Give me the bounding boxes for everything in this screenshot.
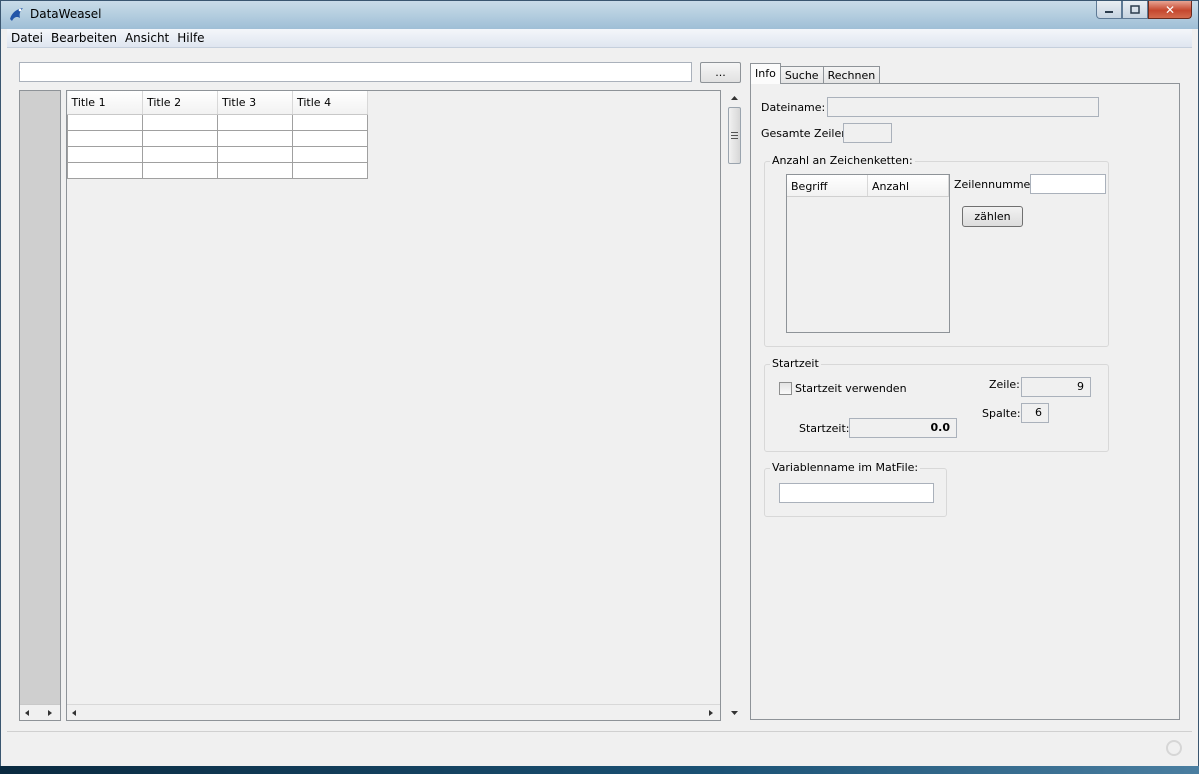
client-area: ... Title 1 Title 2 Title 3 Title 4 Info… <box>7 49 1192 767</box>
status-bar <box>7 731 1192 767</box>
menu-hilfe[interactable]: Hilfe <box>173 29 208 48</box>
table-row <box>67 129 368 147</box>
zeilennummer-label: Zeilennummer: <box>954 178 1039 191</box>
dateiname-label: Dateiname: <box>761 101 826 114</box>
table-row <box>67 161 368 179</box>
anzahl-group: Anzahl an Zeichenketten: Begriff Anzahl … <box>764 154 1109 347</box>
maximize-icon <box>1130 5 1140 14</box>
tab-suche[interactable]: Suche <box>779 66 824 84</box>
file-path-input[interactable] <box>19 62 692 82</box>
menu-bearbeiten[interactable]: Bearbeiten <box>47 29 121 48</box>
grid-cell[interactable] <box>142 113 218 131</box>
variablenname-group: Variablenname im MatFile: <box>764 461 947 517</box>
spalte-label: Spalte: <box>982 407 1021 420</box>
grid-cell[interactable] <box>292 161 368 179</box>
menu-ansicht[interactable]: Ansicht <box>121 29 173 48</box>
grid-cell[interactable] <box>67 113 143 131</box>
menu-datei[interactable]: Datei <box>7 29 47 48</box>
title-bar[interactable]: DataWeasel ✕ <box>1 1 1198 29</box>
scroll-up-icon[interactable] <box>731 96 738 100</box>
grid-vscrollbar[interactable] <box>726 90 743 721</box>
term-count-list[interactable]: Begriff Anzahl <box>786 174 950 333</box>
app-window: DataWeasel ✕ Datei Bearbeiten Ansicht Hi… <box>0 0 1199 774</box>
weasel-app-icon <box>10 8 23 21</box>
info-tab-pane: Dateiname: Gesamte Zeilen: Anzahl an Zei… <box>750 83 1180 720</box>
grid-cell[interactable] <box>67 129 143 147</box>
tab-rechnen[interactable]: Rechnen <box>822 66 881 84</box>
zaehlen-button[interactable]: zählen <box>962 206 1023 227</box>
scroll-right-icon[interactable] <box>48 710 53 716</box>
grid-cell[interactable] <box>142 129 218 147</box>
scroll-left-icon[interactable] <box>72 710 77 716</box>
table-row <box>67 145 368 163</box>
maximize-button[interactable] <box>1122 1 1148 19</box>
table-row <box>67 113 368 131</box>
scroll-down-icon[interactable] <box>731 711 738 715</box>
grid-cell[interactable] <box>217 113 293 131</box>
grid-cell[interactable] <box>142 161 218 179</box>
startzeit-field: 0.0 <box>849 418 957 438</box>
grid-cell[interactable] <box>292 113 368 131</box>
grid-cell[interactable] <box>217 161 293 179</box>
row-header-hscrollbar[interactable] <box>20 704 60 720</box>
minimize-icon <box>1105 10 1113 13</box>
data-grid-panel: Title 1 Title 2 Title 3 Title 4 <box>66 90 721 721</box>
close-icon: ✕ <box>1164 2 1176 17</box>
startzeit-checkbox-label[interactable]: Startzeit verwenden <box>795 382 907 395</box>
grid-cell[interactable] <box>142 145 218 163</box>
dateiname-field <box>827 97 1099 117</box>
startzeit-group: Startzeit Startzeit verwenden Zeile: 9 S… <box>764 357 1109 452</box>
grid-cell[interactable] <box>67 161 143 179</box>
variablenname-group-title: Variablenname im MatFile: <box>770 461 921 474</box>
menu-bar: Datei Bearbeiten Ansicht Hilfe <box>7 29 1192 48</box>
scroll-left-icon[interactable] <box>25 710 30 716</box>
vscroll-thumb[interactable] <box>728 107 741 164</box>
grid-hscrollbar[interactable] <box>67 704 720 720</box>
anzahl-group-title: Anzahl an Zeichenketten: <box>770 154 915 167</box>
grid-cell[interactable] <box>292 145 368 163</box>
list-header-begriff[interactable]: Begriff <box>787 175 868 196</box>
startzeit-group-title: Startzeit <box>770 357 821 370</box>
grid-cell[interactable] <box>67 145 143 163</box>
row-header-panel <box>19 90 61 721</box>
spalte-field: 6 <box>1021 403 1049 423</box>
grid-cell[interactable] <box>217 145 293 163</box>
grid-cell[interactable] <box>292 129 368 147</box>
gesamte-zeilen-field <box>843 123 892 143</box>
zeile-field: 9 <box>1021 377 1091 397</box>
data-grid[interactable]: Title 1 Title 2 Title 3 Title 4 <box>67 91 368 179</box>
list-header-anzahl[interactable]: Anzahl <box>868 175 949 196</box>
grid-header-title-3[interactable]: Title 3 <box>217 91 293 115</box>
browse-button[interactable]: ... <box>700 62 741 83</box>
grip-icon <box>731 132 738 139</box>
gesamte-zeilen-label: Gesamte Zeilen: <box>761 127 852 140</box>
busy-indicator-icon <box>1166 740 1182 756</box>
grid-header-title-4[interactable]: Title 4 <box>292 91 368 115</box>
zeile-label: Zeile: <box>989 378 1020 391</box>
zeilennummer-input[interactable] <box>1030 174 1106 194</box>
grid-cell[interactable] <box>217 129 293 147</box>
startzeit-checkbox[interactable] <box>779 382 792 395</box>
window-title: DataWeasel <box>30 7 102 21</box>
tab-info[interactable]: Info <box>750 63 781 84</box>
variablenname-input[interactable] <box>779 483 934 503</box>
tab-strip: Info Suche Rechnen <box>750 63 881 84</box>
grid-header-title-2[interactable]: Title 2 <box>142 91 218 115</box>
scroll-right-icon[interactable] <box>709 710 714 716</box>
desktop-background-strip <box>0 766 1199 774</box>
minimize-button[interactable] <box>1096 1 1122 19</box>
grid-header-title-1[interactable]: Title 1 <box>67 91 143 115</box>
startzeit-label: Startzeit: <box>799 422 850 435</box>
close-button[interactable]: ✕ <box>1148 1 1192 19</box>
